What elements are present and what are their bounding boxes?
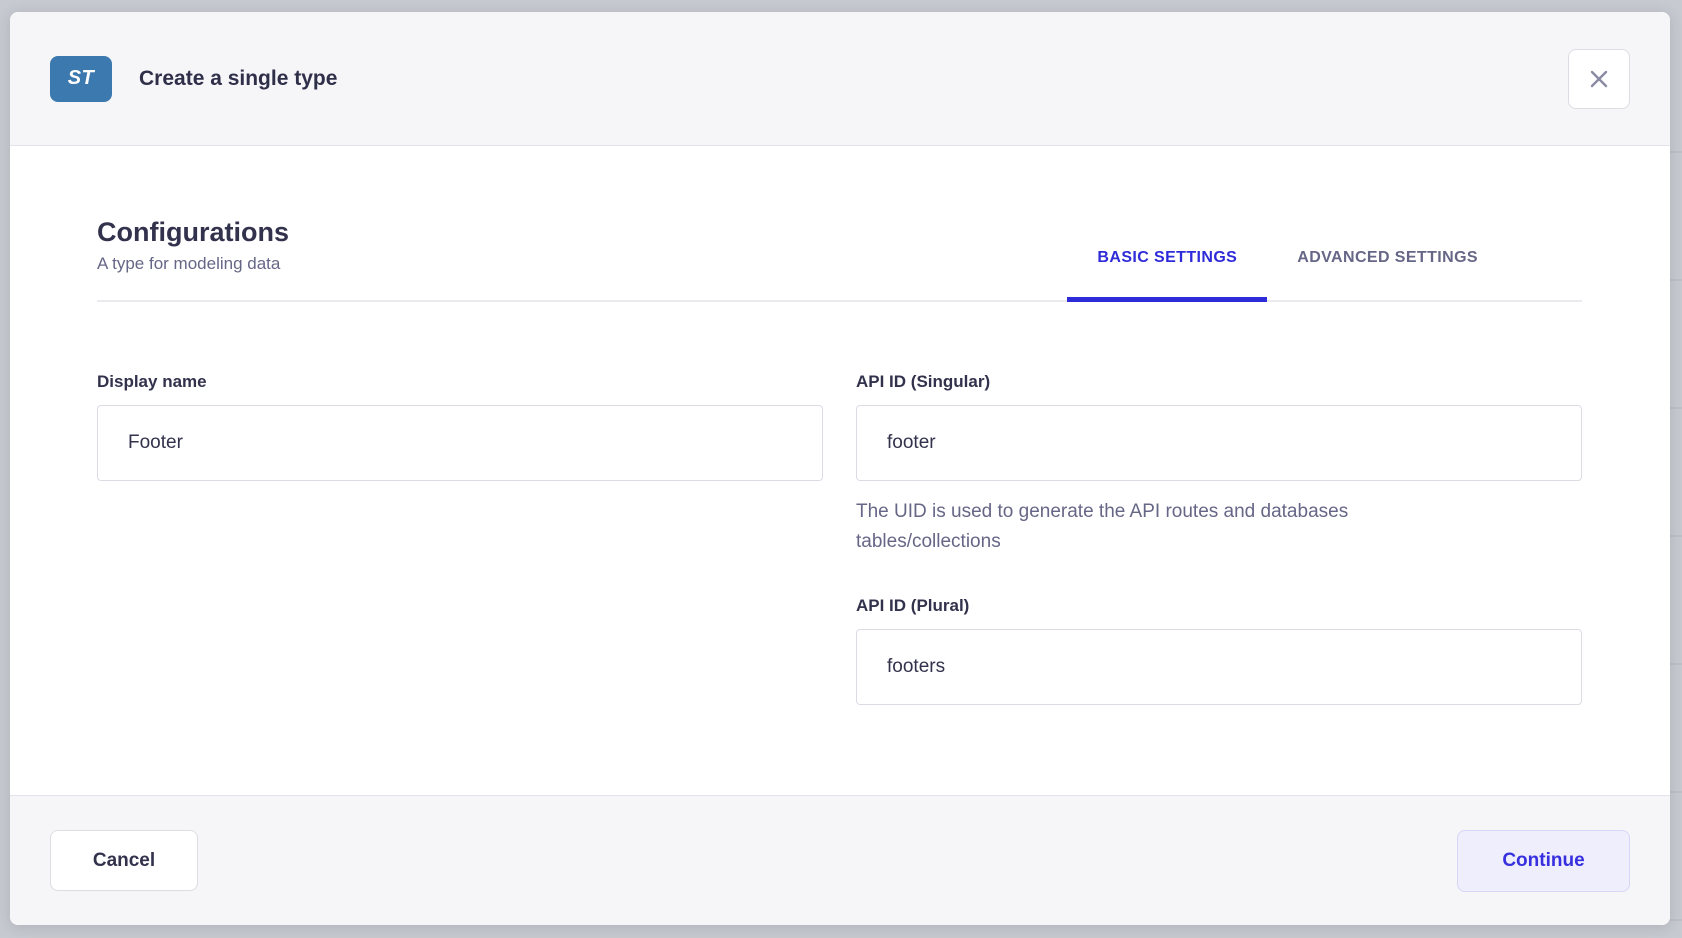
close-icon xyxy=(1586,66,1612,92)
cancel-button[interactable]: Cancel xyxy=(50,830,198,891)
modal-body: Configurations A type for modeling data … xyxy=(10,146,1670,795)
configuration-form: Display name API ID (Singular) The UID i… xyxy=(97,372,1582,705)
close-button[interactable] xyxy=(1568,49,1630,109)
api-id-field-column: API ID (Singular) The UID is used to gen… xyxy=(856,372,1582,705)
tab-basic-settings[interactable]: BASIC SETTINGS xyxy=(1067,249,1267,302)
single-type-badge: ST xyxy=(50,56,112,102)
configurations-header: Configurations A type for modeling data … xyxy=(97,217,1582,302)
api-id-plural-label: API ID (Plural) xyxy=(856,596,1582,616)
page-title: Configurations xyxy=(97,217,289,248)
modal-footer: Cancel Continue xyxy=(10,795,1670,925)
single-type-badge-label: ST xyxy=(68,67,95,90)
page-subtitle: A type for modeling data xyxy=(97,254,289,274)
create-single-type-modal: ST Create a single type Configurations A… xyxy=(10,12,1670,925)
tab-advanced-settings[interactable]: ADVANCED SETTINGS xyxy=(1267,249,1508,302)
api-id-singular-hint-line1: The UID is used to generate the API rout… xyxy=(856,497,1582,527)
modal-title: Create a single type xyxy=(139,67,337,91)
configurations-heading-block: Configurations A type for modeling data xyxy=(97,217,289,300)
display-name-input[interactable] xyxy=(97,405,823,481)
modal-header: ST Create a single type xyxy=(10,12,1670,146)
api-id-plural-input[interactable] xyxy=(856,629,1582,705)
api-id-singular-hint-line2: tables/collections xyxy=(856,527,1582,557)
api-id-singular-input[interactable] xyxy=(856,405,1582,481)
background-page-edge xyxy=(1670,25,1682,938)
api-id-singular-label: API ID (Singular) xyxy=(856,372,1582,392)
settings-tabs: BASIC SETTINGS ADVANCED SETTINGS xyxy=(1067,249,1582,300)
display-name-field-group: Display name xyxy=(97,372,823,705)
continue-button[interactable]: Continue xyxy=(1457,830,1630,892)
api-id-singular-hint: The UID is used to generate the API rout… xyxy=(856,497,1582,557)
display-name-label: Display name xyxy=(97,372,823,392)
